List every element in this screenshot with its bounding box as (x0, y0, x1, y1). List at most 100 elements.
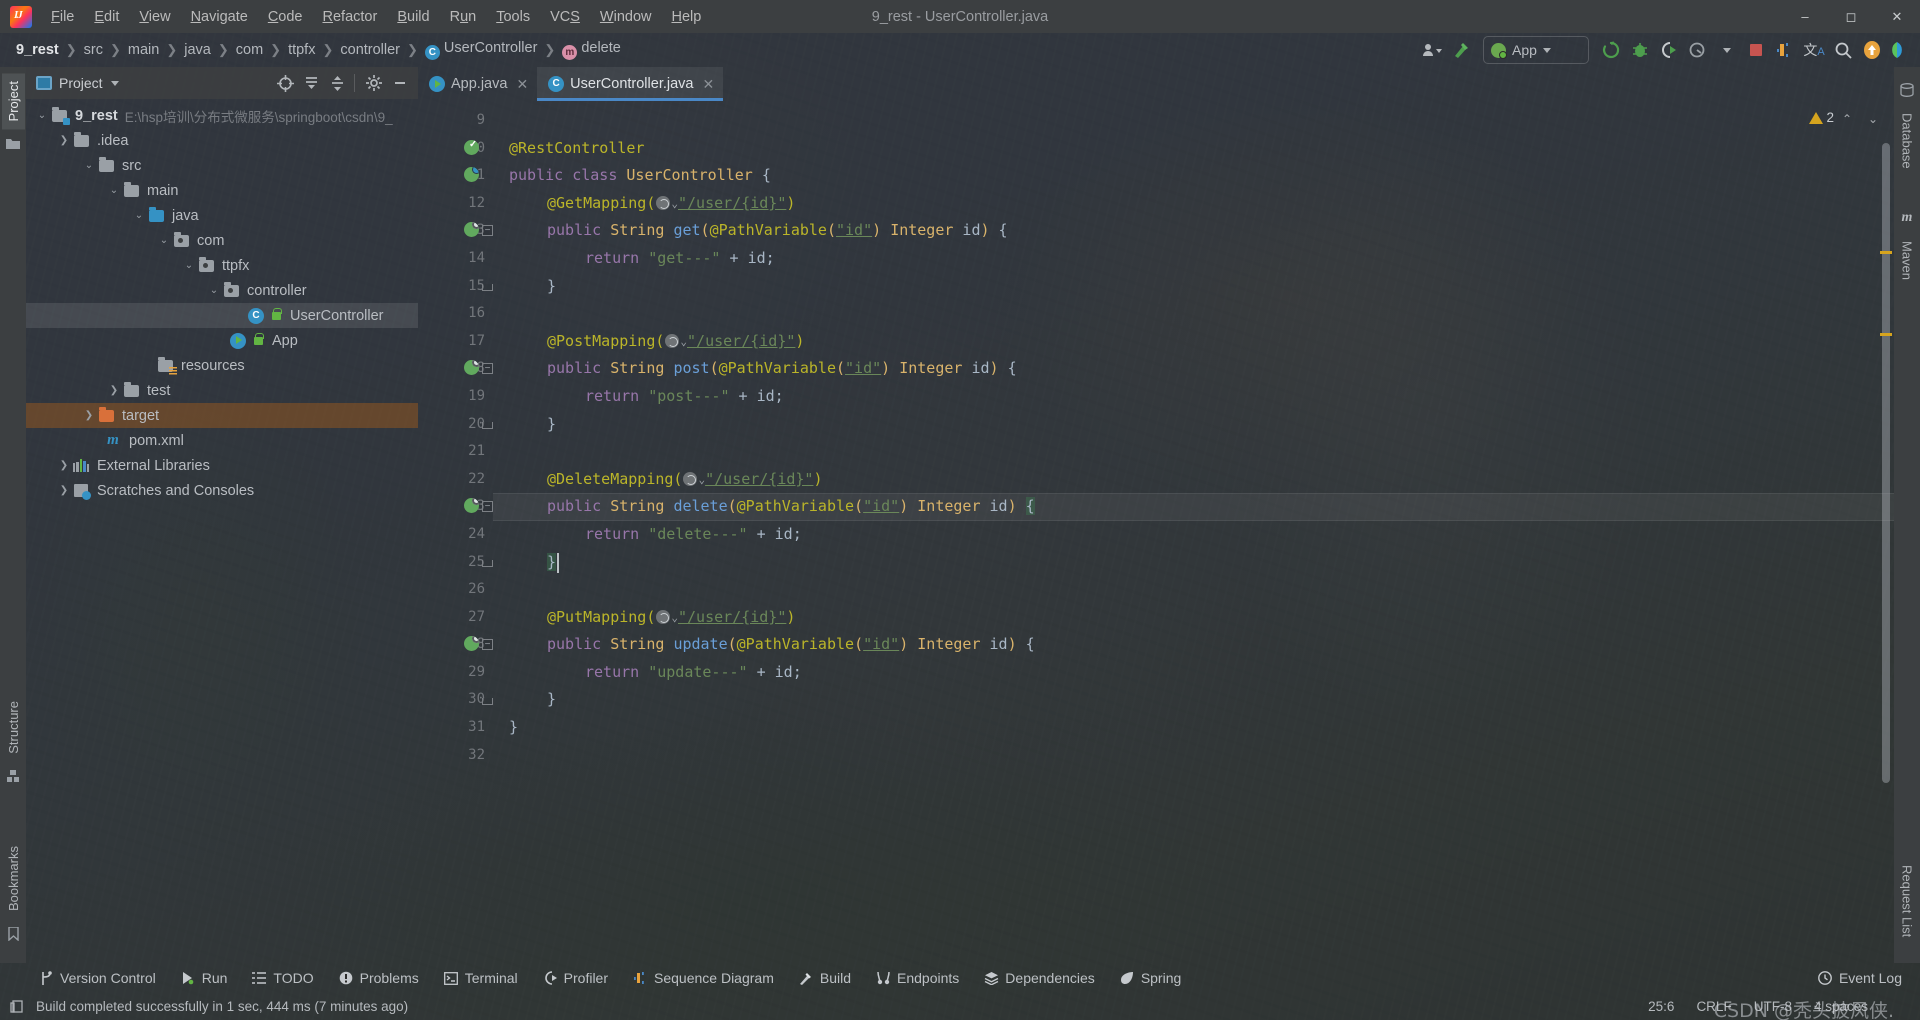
tree-node-project-root[interactable]: ⌄ 9_rest E:\hsp培训\分布式微服务\springboot\csdn… (26, 103, 418, 128)
bottom-tab-event-log[interactable]: Event Log (1805, 966, 1914, 990)
fold-region-end[interactable] (482, 697, 493, 705)
code-line[interactable] (493, 742, 1894, 770)
chevron-down-icon[interactable]: ⌄ (671, 197, 678, 210)
tree-node-java[interactable]: ⌄ java (26, 203, 418, 228)
breadcrumb-item-src[interactable]: src (78, 40, 109, 60)
menu-file[interactable]: File (41, 4, 84, 30)
tree-node-com[interactable]: ⌄ com (26, 228, 418, 253)
close-tab-icon[interactable]: ✕ (516, 76, 528, 93)
translate-icon[interactable]: 文A (1801, 37, 1827, 63)
menu-window[interactable]: Window (590, 4, 662, 30)
settings-gear-icon[interactable] (362, 71, 386, 95)
code-line[interactable]: return "delete---" + id; (493, 521, 1894, 549)
sidebar-item-request-list[interactable]: Request List (1896, 857, 1919, 945)
breadcrumb-item-class[interactable]: C UserController (419, 38, 543, 62)
breadcrumb-item-ttpfx[interactable]: ttpfx (282, 40, 321, 60)
code-line[interactable]: return "update---" + id; (493, 659, 1894, 687)
editor-scrollbar-thumb[interactable] (1882, 143, 1890, 783)
breadcrumb-item-project[interactable]: 9_rest (10, 40, 65, 60)
tree-node-controller[interactable]: ⌄ controller (26, 278, 418, 303)
code-line[interactable]: } (493, 273, 1894, 301)
sidebar-item-structure[interactable]: Structure (2, 693, 25, 762)
fold-region-end[interactable] (482, 283, 493, 291)
tab-usercontroller-java[interactable]: C UserController.java ✕ (537, 67, 724, 101)
menu-build[interactable]: Build (387, 4, 439, 30)
profile-button[interactable] (1685, 37, 1711, 63)
code-line[interactable] (493, 300, 1894, 328)
web-endpoint-icon[interactable] (683, 471, 698, 486)
collapse-all-button[interactable] (325, 71, 349, 95)
inspection-warnings-badge[interactable]: 2 (1809, 110, 1834, 125)
tree-node-pom-xml[interactable]: m pom.xml (26, 428, 418, 453)
chevron-down-icon[interactable]: ⌄ (671, 611, 678, 624)
expand-arrow[interactable]: ⌄ (34, 110, 50, 121)
tree-node-app[interactable]: App (26, 328, 418, 353)
code-line[interactable]: public String delete(@PathVariable("id")… (493, 493, 1894, 521)
code-line[interactable]: } (493, 714, 1894, 742)
previous-highlight-button[interactable]: ⌃ (1836, 109, 1858, 129)
code-line[interactable]: public String get(@PathVariable("id") In… (493, 217, 1894, 245)
tree-node-scratches[interactable]: ❯ Scratches and Consoles (26, 478, 418, 503)
bottom-tab-todo[interactable]: TODO (239, 966, 325, 990)
fold-collapse-icon[interactable]: − (482, 501, 493, 513)
run-configuration-selector[interactable]: App (1483, 36, 1589, 64)
code-line[interactable]: @GetMapping(⌄"/user/{id}") (493, 190, 1894, 218)
fold-region-end[interactable] (482, 559, 493, 567)
bottom-tab-spring[interactable]: Spring (1107, 966, 1193, 990)
project-view-dropdown-icon[interactable] (110, 80, 119, 86)
code-line[interactable]: @PutMapping(⌄"/user/{id}") (493, 604, 1894, 632)
fold-collapse-icon[interactable]: − (482, 225, 493, 237)
menu-view[interactable]: View (129, 4, 180, 30)
code-line[interactable] (493, 576, 1894, 604)
update-available-icon[interactable] (1859, 37, 1885, 63)
expand-arrow[interactable]: ⌄ (106, 185, 122, 196)
rerun-button[interactable] (1598, 37, 1624, 63)
code-line[interactable]: public String post(@PathVariable("id") I… (493, 355, 1894, 383)
maximize-button[interactable]: ◻ (1828, 0, 1874, 33)
editor-gutter[interactable]: 910111213−1415161718−1920212223−24252627… (418, 101, 493, 963)
tree-node-target[interactable]: ❯ target (26, 403, 418, 428)
menu-refactor[interactable]: Refactor (313, 4, 388, 30)
tree-node-usercontroller[interactable]: C UserController (26, 303, 418, 328)
settings-sync-icon[interactable] (1419, 37, 1445, 63)
bottom-tab-build[interactable]: Build (786, 966, 863, 990)
expand-arrow[interactable]: ❯ (81, 410, 97, 421)
tree-node-main[interactable]: ⌄ main (26, 178, 418, 203)
bottom-tab-version-control[interactable]: Version Control (26, 966, 168, 990)
menu-vcs[interactable]: VCS (540, 4, 590, 30)
tree-node-resources[interactable]: resources (26, 353, 418, 378)
breadcrumb-item-method[interactable]: m delete (556, 38, 627, 62)
expand-arrow[interactable]: ⌄ (81, 160, 97, 171)
web-endpoint-icon[interactable] (665, 333, 680, 348)
bottom-tab-problems[interactable]: Problems (326, 966, 431, 990)
build-project-icon[interactable] (1448, 37, 1474, 63)
menu-help[interactable]: Help (661, 4, 711, 30)
bottom-tab-terminal[interactable]: Terminal (431, 966, 530, 990)
expand-arrow[interactable]: ⌄ (206, 285, 222, 296)
spring-endpoint-gutter-icon[interactable] (464, 360, 482, 378)
code-line[interactable]: @PostMapping(⌄"/user/{id}") (493, 328, 1894, 356)
code-text[interactable]: @RestController public class UserControll… (493, 101, 1894, 963)
hide-panel-button[interactable] (388, 71, 412, 95)
error-stripe-marker[interactable] (1880, 333, 1892, 336)
code-line[interactable]: } (493, 549, 1894, 577)
tree-node-ttpfx[interactable]: ⌄ ttpfx (26, 253, 418, 278)
tree-node-test[interactable]: ❯ test (26, 378, 418, 403)
debug-button[interactable] (1627, 37, 1653, 63)
main-menu[interactable]: File Edit View Navigate Code Refactor Bu… (41, 4, 711, 30)
breadcrumb-item-controller[interactable]: controller (334, 40, 406, 60)
code-line[interactable]: @RestController (493, 135, 1894, 163)
spring-endpoint-gutter-icon[interactable] (464, 498, 482, 516)
tree-node-idea[interactable]: ❯ .idea (26, 128, 418, 153)
bottom-tab-profiler[interactable]: Profiler (530, 966, 620, 990)
fold-region-end[interactable] (482, 421, 493, 429)
expand-arrow[interactable]: ❯ (56, 135, 72, 146)
breadcrumb-item-java[interactable]: java (178, 40, 217, 60)
spring-component-gutter-icon[interactable] (464, 167, 482, 185)
tab-app-java[interactable]: App.java ✕ (418, 67, 537, 101)
sidebar-item-maven[interactable]: Maven (1896, 233, 1919, 288)
expand-all-button[interactable] (299, 71, 323, 95)
tree-node-external-libraries[interactable]: ❯ External Libraries (26, 453, 418, 478)
code-line[interactable]: return "post---" + id; (493, 383, 1894, 411)
close-tab-icon[interactable]: ✕ (702, 76, 714, 93)
